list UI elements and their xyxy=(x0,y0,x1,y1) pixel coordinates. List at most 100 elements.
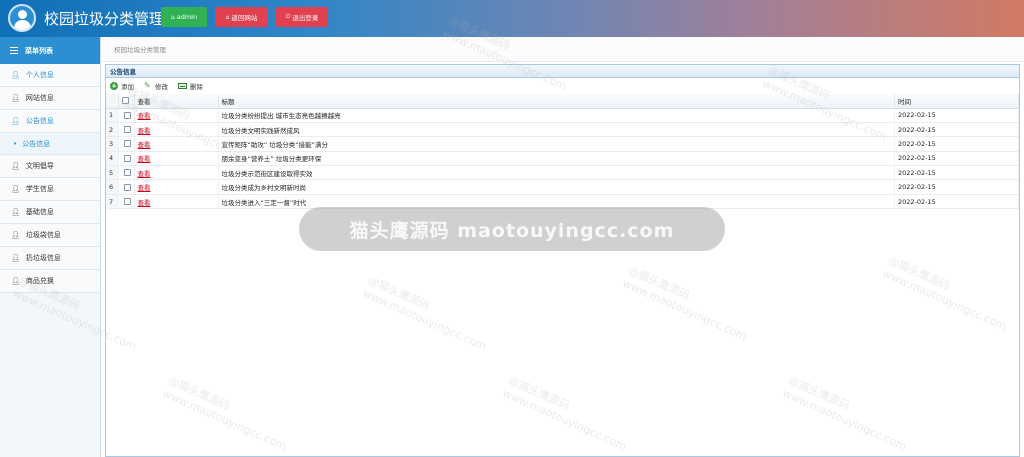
app-logo xyxy=(8,4,36,32)
sidebar: 菜单列表 👤︎ 个人信息 👤︎ 网站信息 👤︎ 公告信息 • 公告信息 👤︎ 文… xyxy=(0,37,101,457)
plus-icon: + xyxy=(110,82,118,90)
notice-panel: 公告信息 + 添加 ✎ 修改 删除 查看 标题 时间 1 查看 垃圾分类纷纷提出… xyxy=(105,64,1020,457)
row-checkbox[interactable] xyxy=(118,165,135,181)
admin-button[interactable]: ⌂ admin xyxy=(161,7,207,27)
sidebar-item-site-info[interactable]: 👤︎ 网站信息 xyxy=(0,87,100,110)
column-header-time[interactable]: 时间 xyxy=(894,94,1019,109)
row-number-header xyxy=(106,94,119,109)
sidebar-item-students[interactable]: 👤︎ 学生信息 xyxy=(0,178,100,201)
row-title: 朋余变身“营养土” 垃圾分类更环保 xyxy=(218,151,895,167)
delete-button[interactable]: 删除 xyxy=(178,81,203,91)
table-row[interactable]: 1 查看 垃圾分类纷纷提出 城市生态亮色越擦越亮 2022-02-15 xyxy=(106,108,1019,123)
row-title: 垃圾分类纷纷提出 城市生态亮色越擦越亮 xyxy=(218,108,895,123)
panel-title: 公告信息 xyxy=(106,65,1019,78)
row-checkbox[interactable] xyxy=(118,151,135,167)
logout-button[interactable]: ⏻ 退出登录 xyxy=(276,7,328,27)
watermark-banner: 猫头鹰源码 maotouyingcc.com xyxy=(299,207,725,251)
row-number: 1 xyxy=(106,108,119,123)
select-all-checkbox[interactable] xyxy=(118,94,135,109)
sidebar-item-label: 网站信息 xyxy=(25,94,54,102)
sidebar-item-basic-info[interactable]: 👤︎ 基础信息 xyxy=(0,201,100,224)
home-icon: ⌂ xyxy=(225,13,230,21)
pencil-icon: ✎ xyxy=(144,81,151,90)
row-title: 宣传矩阵“助攻” 垃圾分类“接能”满分 xyxy=(218,136,895,152)
row-time: 2022-02-15 xyxy=(894,165,1019,181)
row-title: 垃圾分类示范街区建设取得实效 xyxy=(218,165,895,181)
breadcrumb: 校园垃圾分类管理 xyxy=(101,37,1024,62)
sidebar-item-label: 个人信息 xyxy=(25,71,54,79)
add-label: 添加 xyxy=(121,83,134,91)
row-number: 5 xyxy=(106,165,119,181)
logout-label: 退出登录 xyxy=(292,14,319,22)
table-row[interactable]: 3 查看 宣传矩阵“助攻” 垃圾分类“接能”满分 2022-02-15 xyxy=(106,136,1019,152)
row-title: 垃圾分类成为乡村文明新时尚 xyxy=(218,179,895,195)
sidebar-item-label: 公告信息 xyxy=(25,117,54,125)
user-icon: 👤︎ xyxy=(11,254,20,262)
sidebar-item-exchange[interactable]: 👤︎ 商品兑换 xyxy=(0,270,100,293)
row-checkbox[interactable] xyxy=(118,194,135,210)
edit-button[interactable]: ✎ 修改 xyxy=(144,81,168,92)
sidebar-subitem-label: 公告信息 xyxy=(22,139,51,148)
row-checkbox[interactable] xyxy=(118,136,135,152)
table-row[interactable]: 2 查看 垃圾分类文明实践新然成风 2022-02-15 xyxy=(106,122,1019,138)
sidebar-item-notice-info[interactable]: 👤︎ 公告信息 xyxy=(0,110,100,133)
notice-table: 查看 标题 时间 1 查看 垃圾分类纷纷提出 城市生态亮色越擦越亮 2022-0… xyxy=(106,94,1019,210)
table-row[interactable]: 6 查看 垃圾分类成为乡村文明新时尚 2022-02-15 xyxy=(106,179,1019,195)
sidebar-item-label: 商品兑换 xyxy=(25,277,54,285)
back-label: 返回网站 xyxy=(231,14,258,22)
row-number: 6 xyxy=(106,179,119,195)
row-time: 2022-02-15 xyxy=(894,179,1019,195)
column-header-title[interactable]: 标题 xyxy=(218,94,895,109)
sidebar-item-civilization[interactable]: 👤︎ 文明倡导 xyxy=(0,155,100,178)
table-header-row: 查看 标题 时间 xyxy=(106,94,1019,109)
user-icon: 👤︎ xyxy=(11,162,20,170)
sidebar-item-disposal[interactable]: 👤︎ 扔垃圾信息 xyxy=(0,247,100,270)
table-row[interactable]: 4 查看 朋余变身“营养土” 垃圾分类更环保 2022-02-15 xyxy=(106,151,1019,167)
menu-header: 菜单列表 xyxy=(0,37,100,64)
row-number: 3 xyxy=(106,136,119,152)
view-link[interactable]: 查看 xyxy=(138,170,151,178)
row-checkbox[interactable] xyxy=(118,108,135,123)
view-link[interactable]: 查看 xyxy=(138,199,151,207)
row-checkbox[interactable] xyxy=(118,179,135,195)
row-time: 2022-02-15 xyxy=(894,136,1019,152)
home-icon: ⌂ xyxy=(170,13,175,21)
row-time: 2022-02-15 xyxy=(894,122,1019,138)
sidebar-item-label: 文明倡导 xyxy=(25,162,54,170)
user-icon: 👤︎ xyxy=(11,185,20,193)
row-title: 垃圾分类文明实践新然成风 xyxy=(218,122,895,138)
view-link[interactable]: 查看 xyxy=(138,184,151,192)
menu-icon xyxy=(10,47,18,54)
minus-icon xyxy=(178,83,187,89)
table-row[interactable]: 5 查看 垃圾分类示范街区建设取得实效 2022-02-15 xyxy=(106,165,1019,181)
add-button[interactable]: + 添加 xyxy=(110,81,134,91)
edit-label: 修改 xyxy=(155,83,168,91)
sidebar-item-personal-info[interactable]: 👤︎ 个人信息 xyxy=(0,64,100,87)
row-checkbox[interactable] xyxy=(118,122,135,138)
view-link[interactable]: 查看 xyxy=(138,112,151,120)
row-number: 2 xyxy=(106,122,119,138)
user-icon: 👤︎ xyxy=(11,71,20,79)
sidebar-subitem-notice-info[interactable]: • 公告信息 xyxy=(0,133,100,155)
user-icon: 👤︎ xyxy=(11,117,20,125)
view-link[interactable]: 查看 xyxy=(138,141,151,149)
user-icon: 👤︎ xyxy=(11,94,20,102)
view-link[interactable]: 查看 xyxy=(138,155,151,163)
row-number: 4 xyxy=(106,151,119,167)
column-header-view[interactable]: 查看 xyxy=(134,94,219,109)
back-to-site-button[interactable]: ⌂ 返回网站 xyxy=(215,7,268,27)
power-icon: ⏻ xyxy=(285,13,291,20)
sidebar-item-garbage-bags[interactable]: 👤︎ 垃圾袋信息 xyxy=(0,224,100,247)
menu-title: 菜单列表 xyxy=(25,46,53,55)
top-header: 校园垃圾分类管理 ⌂ admin ⌂ 返回网站 ⏻ 退出登录 xyxy=(0,0,1024,37)
user-icon: 👤︎ xyxy=(11,277,20,285)
row-time: 2022-02-15 xyxy=(894,194,1019,210)
view-link[interactable]: 查看 xyxy=(138,127,151,135)
admin-label: admin xyxy=(176,13,198,21)
row-time: 2022-02-15 xyxy=(894,108,1019,123)
delete-label: 删除 xyxy=(190,83,203,91)
row-number: 7 xyxy=(106,194,119,210)
sidebar-item-label: 学生信息 xyxy=(25,185,54,193)
row-time: 2022-02-15 xyxy=(894,151,1019,167)
sidebar-item-label: 垃圾袋信息 xyxy=(25,231,61,239)
